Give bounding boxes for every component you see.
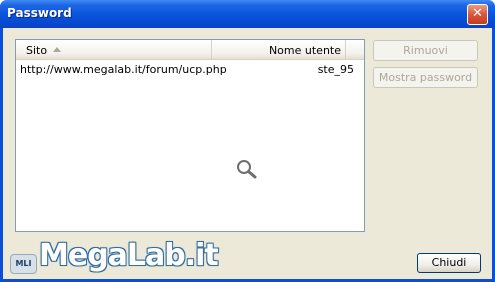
magnifier-icon [237,160,257,179]
megalab-logo: MLI [10,254,37,274]
close-icon: ✕ [472,6,483,21]
title-bar[interactable]: Password ✕ [0,0,495,28]
list-header: Sito Nome utente [16,40,364,60]
password-list[interactable]: Sito Nome utente http://www.megalab.it/f… [15,39,365,232]
row-user: ste_95 [317,63,354,76]
column-header-nome-utente-label: Nome utente [268,44,341,57]
megalab-brand: MegaLab.it [39,238,219,273]
show-passwords-button[interactable]: Mostra password [373,67,478,88]
column-header-nome-utente[interactable]: Nome utente [213,40,346,59]
password-dialog: Password ✕ Sito Nome utente http://www.m… [0,0,495,282]
megalab-watermark: MLI MegaLab.it [3,232,219,276]
column-header-sito[interactable]: Sito [16,40,212,59]
window-title: Password [7,6,72,20]
table-row[interactable]: http://www.megalab.it/forum/ucp.php ste_… [16,61,364,77]
column-picker[interactable] [347,40,364,59]
row-site: http://www.megalab.it/forum/ucp.php [20,63,227,76]
close-button[interactable]: Chiudi [417,253,481,273]
column-header-sito-label: Sito [26,44,48,57]
close-window-button[interactable]: ✕ [467,4,488,25]
sort-ascending-icon [53,47,61,52]
remove-button[interactable]: Rimuovi [373,40,478,61]
